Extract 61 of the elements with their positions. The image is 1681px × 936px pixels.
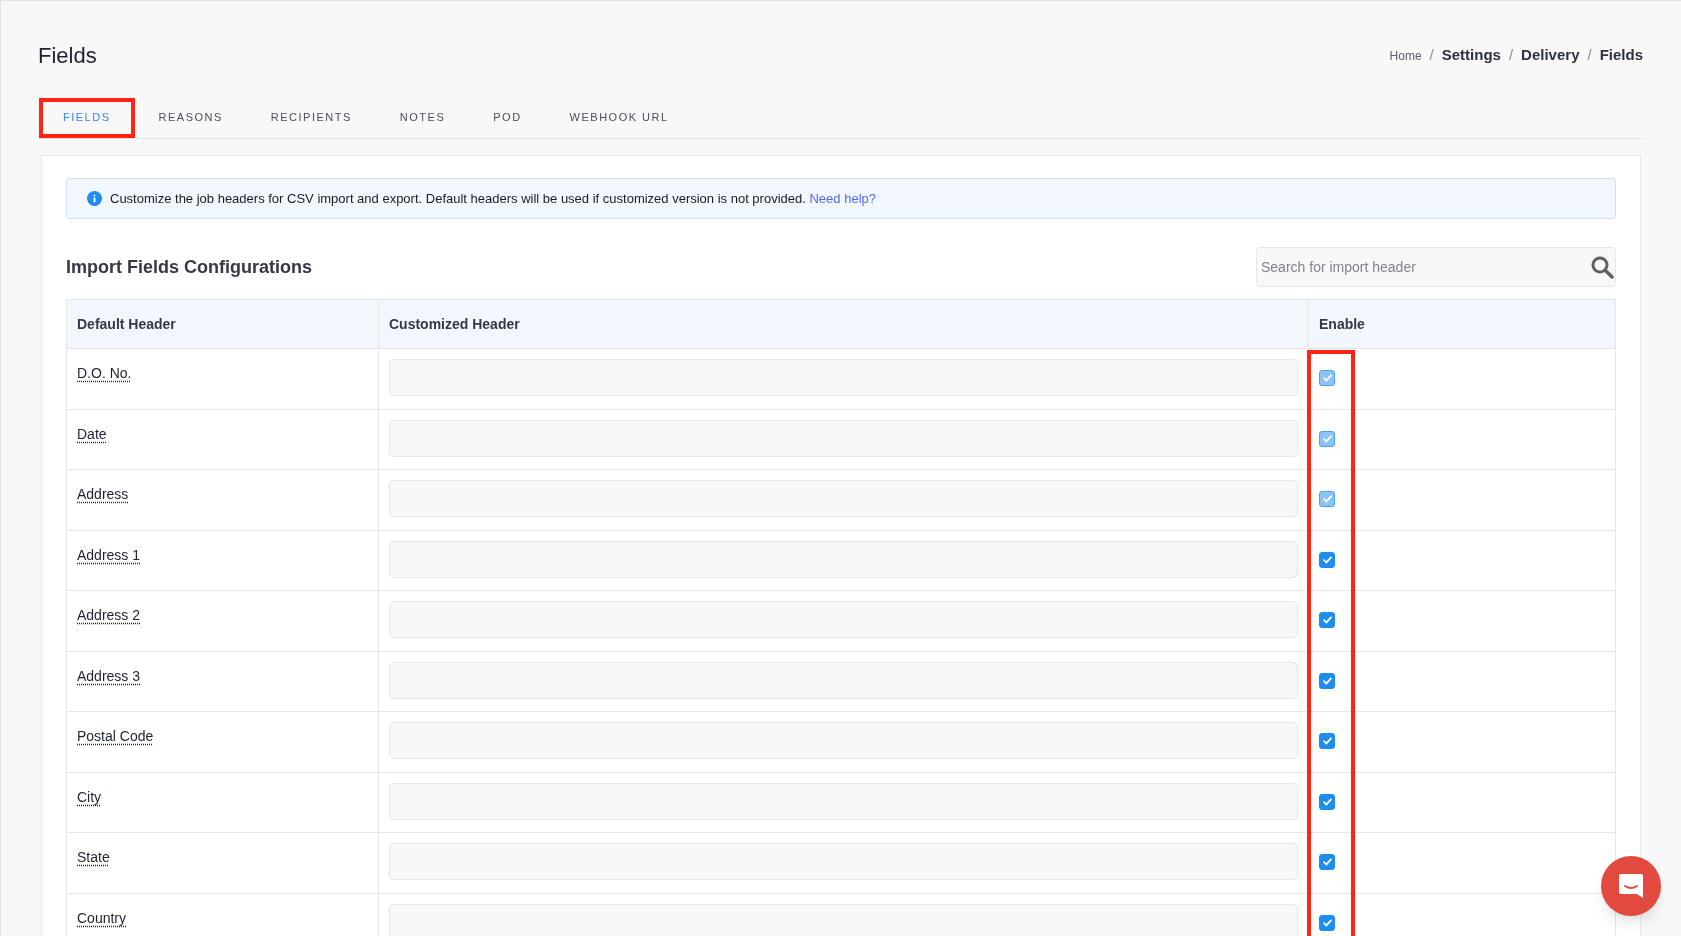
customized-header-input[interactable] <box>389 722 1298 759</box>
checkmark-icon <box>1322 555 1332 564</box>
default-header-cell: Date <box>77 425 107 442</box>
checkmark-icon <box>1322 737 1332 745</box>
help-link[interactable]: Need help? <box>809 190 876 206</box>
page-title: Fields <box>38 42 97 70</box>
default-header-cell: State <box>77 849 110 865</box>
info-text: Customize the job headers for CSV import and export. Default headers will be used if customized version is not provided. Need help? <box>110 189 876 208</box>
chat-icon <box>1617 872 1645 900</box>
default-header-cell: D.O. No. <box>77 365 132 381</box>
default-header-cell: Address 3 <box>77 667 141 684</box>
column-header: Enable <box>1308 300 1615 348</box>
checkmark-icon <box>1322 434 1332 443</box>
breadcrumb-separator: / <box>1429 45 1434 66</box>
tab[interactable]: RECIPIENTS <box>246 98 376 138</box>
tab[interactable]: REASONS <box>134 98 247 138</box>
search-field[interactable]: Search for import header <box>1256 247 1616 287</box>
checkmark-icon <box>1322 858 1332 866</box>
default-header-cell: Address 2 <box>77 607 141 623</box>
default-header-cell: Country <box>77 909 127 926</box>
tab[interactable]: POD <box>469 98 546 138</box>
search-icon[interactable] <box>1590 255 1614 279</box>
customized-header-input[interactable] <box>389 661 1298 699</box>
checkbox[interactable] <box>1319 793 1335 810</box>
section-title: Import Fields Configurations <box>66 255 312 279</box>
checkmark-icon <box>1322 797 1332 806</box>
checkmark-icon <box>1322 495 1332 503</box>
breadcrumb-separator: / <box>1587 45 1592 66</box>
checkbox[interactable] <box>1319 551 1335 568</box>
checkmark-icon <box>1322 374 1332 382</box>
tab[interactable]: WEBHOOK URL <box>545 98 693 138</box>
breadcrumb-separator: / <box>1508 45 1514 66</box>
tab[interactable]: FIELDS <box>39 98 135 138</box>
checkbox[interactable] <box>1319 914 1335 931</box>
tab[interactable]: NOTES <box>375 98 470 138</box>
column-header: Customized Header <box>378 300 1308 348</box>
customized-header-input[interactable] <box>389 359 1298 396</box>
checkbox[interactable] <box>1319 854 1335 870</box>
customized-header-input[interactable] <box>389 601 1298 638</box>
breadcrumb-item[interactable]: Home <box>1389 46 1422 65</box>
default-header-cell: Address 1 <box>77 546 141 563</box>
default-header-cell: Address <box>77 486 129 502</box>
checkbox[interactable] <box>1319 672 1335 689</box>
checkmark-icon <box>1322 616 1332 624</box>
checkmark-icon <box>1322 918 1332 927</box>
customized-header-input[interactable] <box>389 903 1298 936</box>
checkmark-icon <box>1322 676 1332 685</box>
default-header-cell: City <box>77 788 102 805</box>
customized-header-input[interactable] <box>389 782 1298 820</box>
customized-header-input[interactable] <box>389 540 1298 578</box>
checkbox[interactable] <box>1319 733 1335 749</box>
customized-header-input[interactable] <box>389 480 1298 517</box>
breadcrumb-item: Fields <box>1599 45 1643 66</box>
column-header: Default Header <box>76 314 177 334</box>
breadcrumb-item: Delivery <box>1521 45 1580 66</box>
breadcrumb-item: Settings <box>1441 45 1501 66</box>
customized-header-input[interactable] <box>389 843 1298 880</box>
customized-header-input[interactable] <box>389 419 1298 457</box>
info-icon <box>87 191 102 206</box>
checkbox[interactable] <box>1319 612 1335 628</box>
default-header-cell: Postal Code <box>77 728 154 744</box>
